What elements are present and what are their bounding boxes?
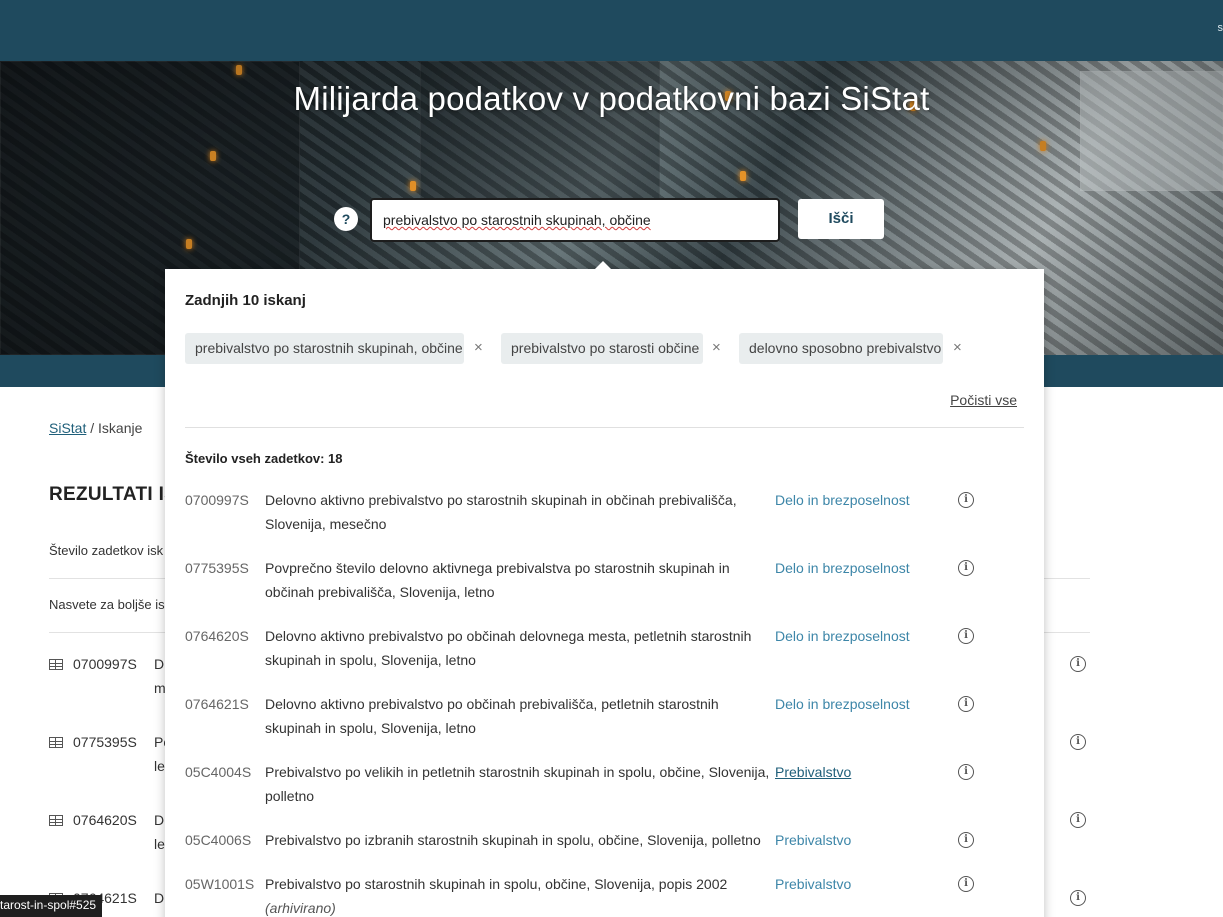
result-code: 0764621S	[185, 696, 249, 712]
remove-recent-search-button[interactable]: ×	[474, 339, 483, 356]
top-bar: s	[0, 0, 1223, 61]
info-icon[interactable]: i	[958, 560, 974, 576]
info-icon[interactable]: i	[1070, 890, 1086, 906]
result-title[interactable]: Delovno aktivno prebivalstvo po občinah …	[265, 624, 770, 672]
table-icon	[49, 815, 63, 826]
status-bar-url: tarost-in-spol#525	[0, 895, 103, 917]
led-light	[740, 171, 746, 181]
info-icon[interactable]: i	[958, 492, 974, 508]
breadcrumb-home-link[interactable]: SiStat	[49, 420, 86, 436]
result-title[interactable]: Prebivalstvo po izbranih starostnih skup…	[265, 828, 770, 852]
total-results-count: Število vseh zadetkov: 18	[185, 451, 343, 466]
result-code: 0764620S	[185, 628, 249, 644]
results-title: REZULTATI IS	[49, 484, 178, 505]
info-icon[interactable]: i	[958, 696, 974, 712]
result-category-link[interactable]: Delo in brezposelnost	[775, 624, 910, 648]
remove-recent-search-button[interactable]: ×	[953, 339, 962, 356]
archived-note: (arhivirano)	[265, 900, 336, 916]
led-light	[1040, 141, 1046, 151]
led-light	[186, 239, 192, 249]
result-title[interactable]: Povprečno število delovno aktivnega preb…	[265, 556, 770, 604]
table-icon	[49, 659, 63, 670]
breadcrumb: SiStat / Iskanje	[49, 420, 142, 436]
row-title-fragment: m	[154, 680, 166, 696]
row-title-fragment: D	[154, 890, 165, 906]
recent-search-chip[interactable]: delovno sposobno prebivalstvo	[739, 333, 943, 364]
breadcrumb-current: Iskanje	[98, 420, 143, 436]
result-code: 05W1001S	[185, 876, 255, 892]
result-title[interactable]: Delovno aktivno prebivalstvo po občinah …	[265, 692, 770, 740]
led-light	[410, 181, 416, 191]
divider	[185, 427, 1024, 428]
info-icon[interactable]: i	[958, 876, 974, 892]
results-count: Število zadetkov isk	[49, 543, 164, 558]
info-icon[interactable]: i	[1070, 734, 1086, 750]
result-category-link[interactable]: Delo in brezposelnost	[775, 692, 910, 716]
result-code: 05C4006S	[185, 832, 252, 848]
info-icon[interactable]: i	[1070, 656, 1086, 672]
recent-search-chip[interactable]: prebivalstvo po starosti občine	[501, 333, 703, 364]
search-input[interactable]: prebivalstvo po starostnih skupinah, obč…	[370, 198, 780, 242]
search-button[interactable]: Išči	[798, 199, 884, 239]
clear-all-button[interactable]: Počisti vse	[950, 392, 1017, 408]
info-icon[interactable]: i	[958, 832, 974, 848]
info-icon[interactable]: i	[958, 764, 974, 780]
result-code: 0700997S	[185, 492, 249, 508]
search-hints-link[interactable]: Nasvete za boljše is	[49, 597, 165, 612]
led-light	[236, 65, 242, 75]
result-title[interactable]: Prebivalstvo po starostnih skupinah in s…	[265, 872, 770, 917]
recent-searches-title: Zadnjih 10 iskanj	[185, 292, 306, 309]
table-icon	[49, 737, 63, 748]
info-icon[interactable]: i	[958, 628, 974, 644]
led-light	[210, 151, 216, 161]
dropdown-caret	[594, 261, 612, 270]
help-icon[interactable]: ?	[334, 207, 358, 231]
row-code[interactable]: 0775395S	[73, 734, 137, 750]
row-code[interactable]: 0764620S	[73, 812, 137, 828]
row-title-fragment: D	[154, 656, 165, 672]
search-input-value: prebivalstvo po starostnih skupinah, obč…	[383, 212, 651, 228]
row-title-fragment: D	[154, 812, 165, 828]
top-bar-edge-text: s	[1217, 22, 1223, 34]
recent-search-chip[interactable]: prebivalstvo po starostnih skupinah, obč…	[185, 333, 464, 364]
breadcrumb-separator: /	[86, 420, 99, 436]
table-row[interactable]: 0764620S D le	[49, 812, 165, 852]
result-category-link[interactable]: Prebivalstvo	[775, 828, 851, 852]
result-category-link[interactable]: Prebivalstvo	[775, 760, 851, 784]
remove-recent-search-button[interactable]: ×	[712, 339, 721, 356]
result-code: 0775395S	[185, 560, 249, 576]
row-title-fragment: le	[154, 758, 165, 774]
info-icon[interactable]: i	[1070, 812, 1086, 828]
result-category-link[interactable]: Delo in brezposelnost	[775, 556, 910, 580]
row-code[interactable]: 0700997S	[73, 656, 137, 672]
result-title[interactable]: Prebivalstvo po velikih in petletnih sta…	[265, 760, 770, 808]
hero-title: Milijarda podatkov v podatkovni bazi SiS…	[293, 80, 930, 117]
search-suggestions-dropdown: Zadnjih 10 iskanj prebivalstvo po staros…	[165, 269, 1044, 917]
row-title-fragment: le	[154, 836, 165, 852]
result-category-link[interactable]: Delo in brezposelnost	[775, 488, 910, 512]
table-row[interactable]: 0775395S Po le	[49, 734, 171, 774]
result-code: 05C4004S	[185, 764, 252, 780]
table-row[interactable]: 0700997S D m	[49, 656, 166, 696]
result-category-link[interactable]: Prebivalstvo	[775, 872, 851, 896]
result-title[interactable]: Delovno aktivno prebivalstvo po starostn…	[265, 488, 770, 536]
